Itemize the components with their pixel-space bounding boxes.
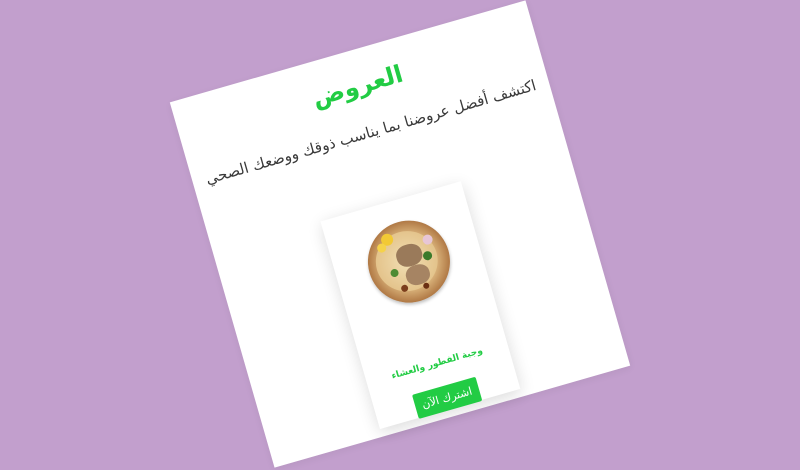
- subscribe-button[interactable]: اشترك الآن: [412, 376, 482, 419]
- page-stage: العروض اكتشف أفضل عروضنا بما يناسب ذوقك …: [0, 0, 800, 470]
- offer-card[interactable]: وجبة الفطور والعشاء اشترك الآن: [320, 181, 521, 430]
- offer-name: وجبة الفطور والعشاء: [390, 345, 484, 382]
- offers-card: العروض اكتشف أفضل عروضنا بما يناسب ذوقك …: [169, 0, 631, 468]
- rice-dish-image: [358, 210, 460, 313]
